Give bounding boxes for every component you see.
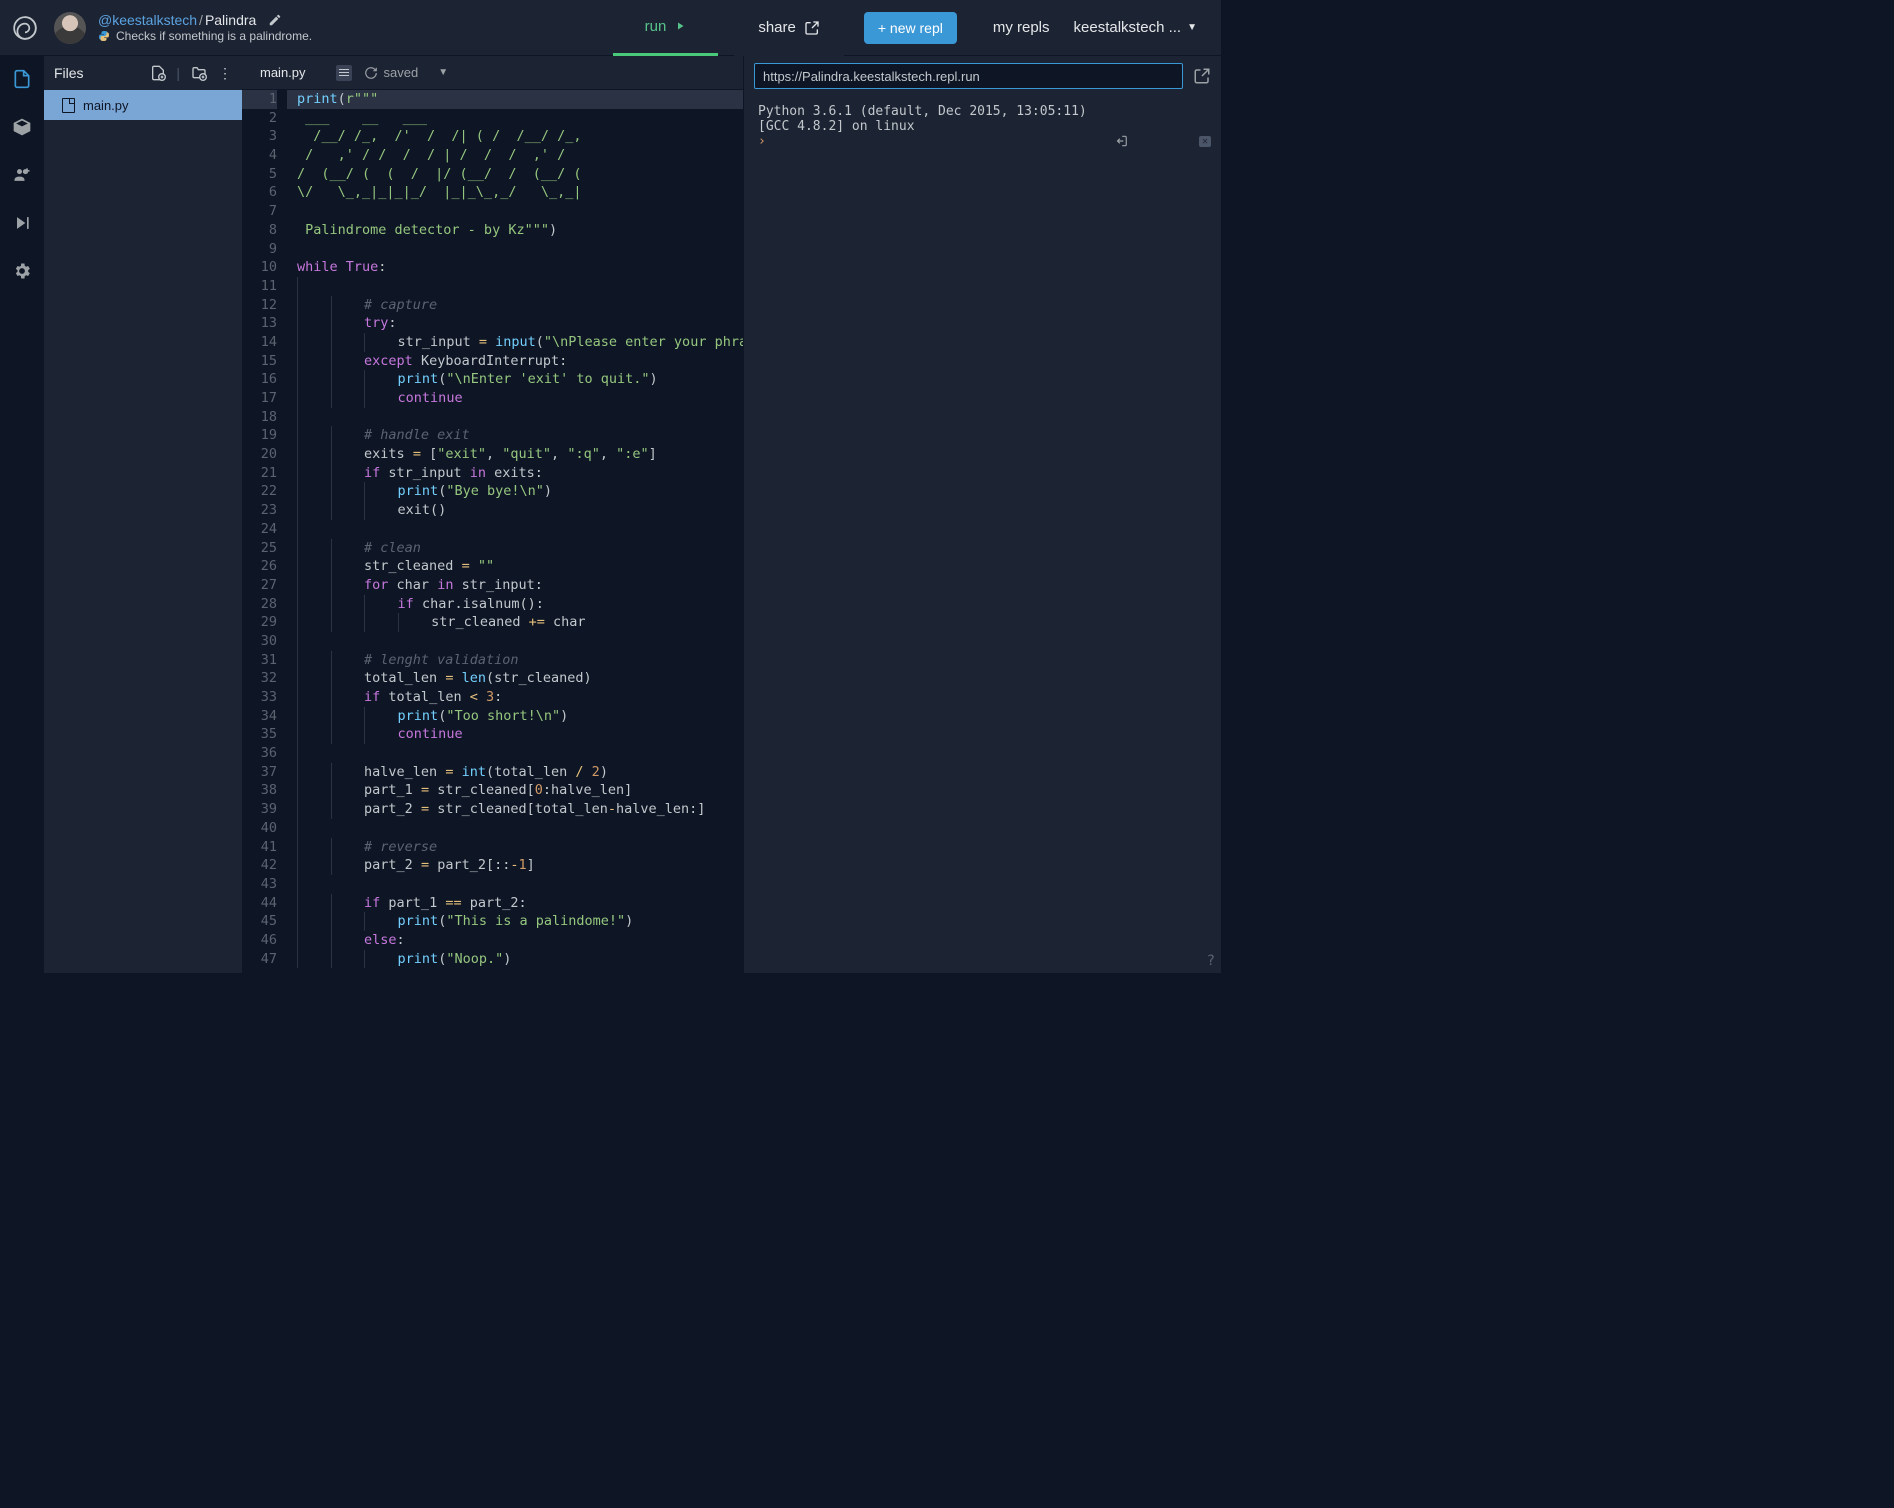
breadcrumb-user[interactable]: @keestalkstech [98, 12, 197, 29]
project-info: @keestalkstech / Palindra Checks if some… [98, 12, 312, 43]
edit-icon[interactable] [268, 13, 282, 27]
files-panel: Files | ⋮ main.py [44, 56, 242, 973]
replit-logo[interactable] [12, 15, 38, 41]
share-button[interactable]: share [734, 0, 844, 56]
format-icon[interactable] [336, 65, 352, 81]
file-icon [62, 98, 75, 113]
refresh-icon [364, 66, 378, 80]
my-repls-link[interactable]: my repls [993, 19, 1050, 36]
editor-area: main.py saved ▼ 123456789101112131415161… [242, 56, 743, 973]
code-editor[interactable]: 1234567891011121314151617181920212223242… [242, 90, 743, 973]
description-text: Checks if something is a palindrome. [116, 29, 312, 43]
help-icon[interactable]: ? [1207, 953, 1215, 969]
tabs-row: main.py saved ▼ [242, 56, 743, 90]
clear-icon[interactable]: ✕ [1199, 136, 1211, 147]
breadcrumb: @keestalkstech / Palindra [98, 12, 312, 29]
chevron-down-icon[interactable]: ▼ [438, 67, 448, 78]
file-item-main[interactable]: main.py [44, 90, 242, 120]
project-description: Checks if something is a palindrome. [98, 29, 312, 43]
share-icon [804, 20, 820, 36]
console-toolbar: ✕ [1113, 104, 1211, 178]
open-external-icon[interactable] [1193, 67, 1211, 85]
avatar[interactable] [54, 12, 86, 44]
sidebar-icons [0, 56, 44, 973]
debugger-icon[interactable] [11, 212, 33, 234]
files-icon[interactable] [11, 68, 33, 90]
main-area: Files | ⋮ main.py main.py saved [0, 56, 1221, 973]
packages-icon[interactable] [11, 116, 33, 138]
new-repl-button[interactable]: + new repl [864, 12, 957, 44]
python-icon [98, 30, 110, 42]
play-icon [674, 20, 686, 32]
files-header: Files | ⋮ [44, 56, 242, 90]
user-menu[interactable]: keestalkstech ... ▼ [1074, 19, 1197, 36]
chevron-down-icon: ▼ [1187, 22, 1197, 33]
new-file-icon[interactable] [150, 65, 166, 81]
new-folder-icon[interactable] [190, 65, 208, 81]
settings-icon[interactable] [11, 260, 33, 282]
files-label: Files [54, 65, 140, 81]
url-input[interactable] [754, 63, 1183, 89]
exit-icon[interactable] [1113, 104, 1191, 178]
multiplayer-icon[interactable] [11, 164, 33, 186]
file-name: main.py [83, 98, 129, 113]
more-icon[interactable]: ⋮ [218, 65, 232, 82]
saved-indicator: saved [364, 65, 419, 80]
top-bar: @keestalkstech / Palindra Checks if some… [0, 0, 1221, 56]
tab-main[interactable]: main.py [242, 56, 324, 89]
breadcrumb-project[interactable]: Palindra [205, 12, 256, 29]
output-panel: Python 3.6.1 (default, Dec 2015, 13:05:1… [743, 56, 1221, 973]
url-bar [744, 56, 1221, 96]
console-output[interactable]: Python 3.6.1 (default, Dec 2015, 13:05:1… [744, 96, 1221, 973]
run-button[interactable]: run [613, 0, 719, 56]
